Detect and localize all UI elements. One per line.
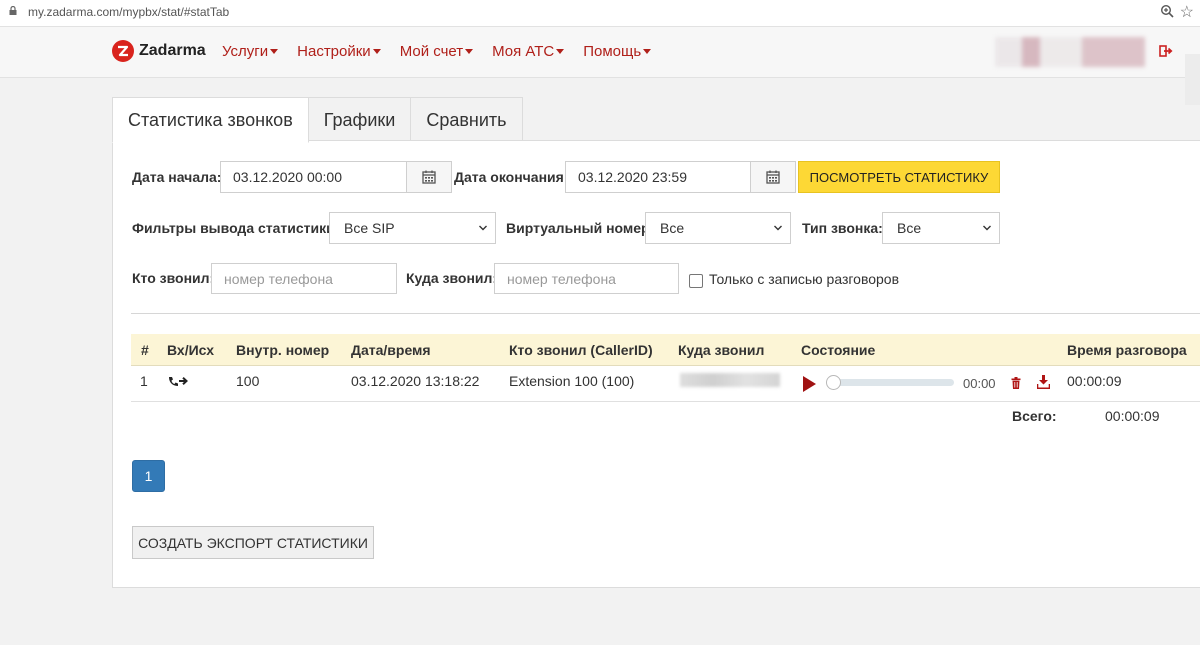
- caller-label: Кто звонил:: [132, 270, 215, 286]
- tab-compare[interactable]: Сравнить: [410, 97, 523, 142]
- menu-label: Услуги: [222, 43, 269, 60]
- menu-label: Настройки: [297, 43, 371, 60]
- virtual-number-value: Все: [660, 220, 685, 236]
- caret-down-icon: [372, 49, 381, 54]
- calendar-icon: [422, 170, 436, 184]
- caret-down-icon: [643, 49, 652, 54]
- menu-nastroyki[interactable]: Настройки: [297, 43, 381, 60]
- browser-address-bar: my.zadarma.com/mypbx/stat/#statTab ☆: [0, 0, 1200, 27]
- end-date-calendar-button[interactable]: [750, 161, 796, 193]
- download-icon[interactable]: [1037, 375, 1050, 389]
- tab-charts[interactable]: Графики: [307, 97, 412, 142]
- caller-input[interactable]: [211, 263, 397, 294]
- chevron-down-icon: [479, 225, 487, 231]
- virtual-number-label: Виртуальный номер:: [506, 220, 655, 236]
- extension-cell: 100: [236, 373, 260, 389]
- bookmark-star-icon[interactable]: ☆: [1180, 2, 1194, 22]
- trash-icon[interactable]: [1011, 377, 1021, 389]
- logout-icon[interactable]: [1159, 44, 1173, 58]
- callee-number-blurred: [680, 373, 780, 387]
- call-type-label: Тип звонка:: [802, 220, 883, 236]
- audio-progress-track[interactable]: [832, 379, 954, 386]
- column-header: Дата/время: [351, 342, 431, 358]
- call-type-select[interactable]: Все: [882, 212, 1000, 244]
- audio-progress-knob[interactable]: [826, 375, 841, 390]
- column-header: Кто звонил (CallerID): [509, 342, 653, 358]
- page-scrollbar[interactable]: [1185, 54, 1200, 105]
- menu-moya-ats[interactable]: Моя АТС: [492, 43, 565, 60]
- zadarma-logo-icon: [112, 40, 134, 62]
- row-number: 1: [140, 373, 148, 389]
- top-navigation: Zadarma Услуги Настройки Мой счет Моя АТ…: [0, 27, 1200, 105]
- caret-down-icon: [465, 49, 474, 54]
- callee-input[interactable]: [494, 263, 679, 294]
- view-statistics-button[interactable]: Посмотреть статистику: [798, 161, 1000, 193]
- create-export-button[interactable]: Создать экспорт статистики: [132, 526, 374, 559]
- divider: [131, 313, 1200, 314]
- user-account-blurred[interactable]: [995, 37, 1145, 67]
- url-text[interactable]: my.zadarma.com/mypbx/stat/#statTab: [28, 5, 229, 19]
- datetime-cell: 03.12.2020 13:18:22: [351, 373, 480, 389]
- total-value: 00:00:09: [1105, 408, 1160, 424]
- brand-logo[interactable]: Zadarma: [112, 40, 206, 62]
- chevron-down-icon: [774, 225, 782, 231]
- pagination-page-1[interactable]: 1: [132, 460, 165, 492]
- output-filter-select[interactable]: Все SIP: [329, 212, 496, 244]
- menu-pomosch[interactable]: Помощь: [583, 43, 652, 60]
- menu-label: Моя АТС: [492, 43, 555, 60]
- statistics-panel: Дата начала: 03.12.2020 00:00 Дата оконч…: [112, 140, 1200, 588]
- stat-tabs: Статистика звонков Графики Сравнить: [112, 97, 523, 143]
- menu-uslugi[interactable]: Услуги: [222, 43, 279, 60]
- table-header: # Вх/Исх Внутр. номер Дата/время Кто зво…: [131, 334, 1200, 366]
- column-header: Состояние: [801, 342, 876, 358]
- menu-label: Помощь: [583, 43, 642, 60]
- calendar-icon: [766, 170, 780, 184]
- play-icon[interactable]: [803, 376, 816, 392]
- column-header: #: [141, 342, 149, 358]
- menu-moy-schet[interactable]: Мой счет: [399, 43, 474, 60]
- output-filter-label: Фильтры вывода статистики:: [132, 220, 340, 236]
- recorded-only-label[interactable]: Только с записью разговоров: [709, 271, 899, 287]
- total-label: Всего:: [1012, 408, 1057, 424]
- column-header: Вх/Исх: [167, 342, 215, 358]
- caller-id-cell: Extension 100 (100): [509, 373, 635, 389]
- brand-name: Zadarma: [139, 42, 206, 59]
- table-row: 1 100 03.12.2020 13:18:22 Extension 100 …: [131, 366, 1200, 402]
- start-date-calendar-button[interactable]: [406, 161, 452, 193]
- tab-call-statistics[interactable]: Статистика звонков: [112, 97, 309, 143]
- column-header: Куда звонил: [678, 342, 765, 358]
- column-header: Внутр. номер: [236, 342, 330, 358]
- duration-cell: 00:00:09: [1067, 373, 1122, 389]
- chevron-down-icon: [983, 225, 991, 231]
- output-filter-value: Все SIP: [344, 220, 395, 236]
- caret-down-icon: [556, 49, 565, 54]
- start-date-label: Дата начала:: [132, 169, 222, 185]
- callee-label: Куда звонил:: [406, 270, 498, 286]
- recorded-only-checkbox[interactable]: [689, 274, 703, 288]
- end-date-input[interactable]: 03.12.2020 23:59: [565, 161, 751, 193]
- start-date-input[interactable]: 03.12.2020 00:00: [220, 161, 407, 193]
- outgoing-call-icon: [169, 377, 188, 386]
- caret-down-icon: [270, 49, 279, 54]
- main-menu: Услуги Настройки Мой счет Моя АТС Помощь: [222, 43, 670, 60]
- menu-label: Мой счет: [399, 43, 464, 60]
- call-type-value: Все: [897, 220, 922, 236]
- column-header: Время разговора: [1067, 342, 1187, 358]
- zoom-icon[interactable]: [1160, 4, 1174, 18]
- end-date-label: Дата окончания:: [454, 169, 569, 185]
- virtual-number-select[interactable]: Все: [645, 212, 791, 244]
- lock-icon: [9, 6, 17, 15]
- player-time: 00:00: [963, 376, 996, 391]
